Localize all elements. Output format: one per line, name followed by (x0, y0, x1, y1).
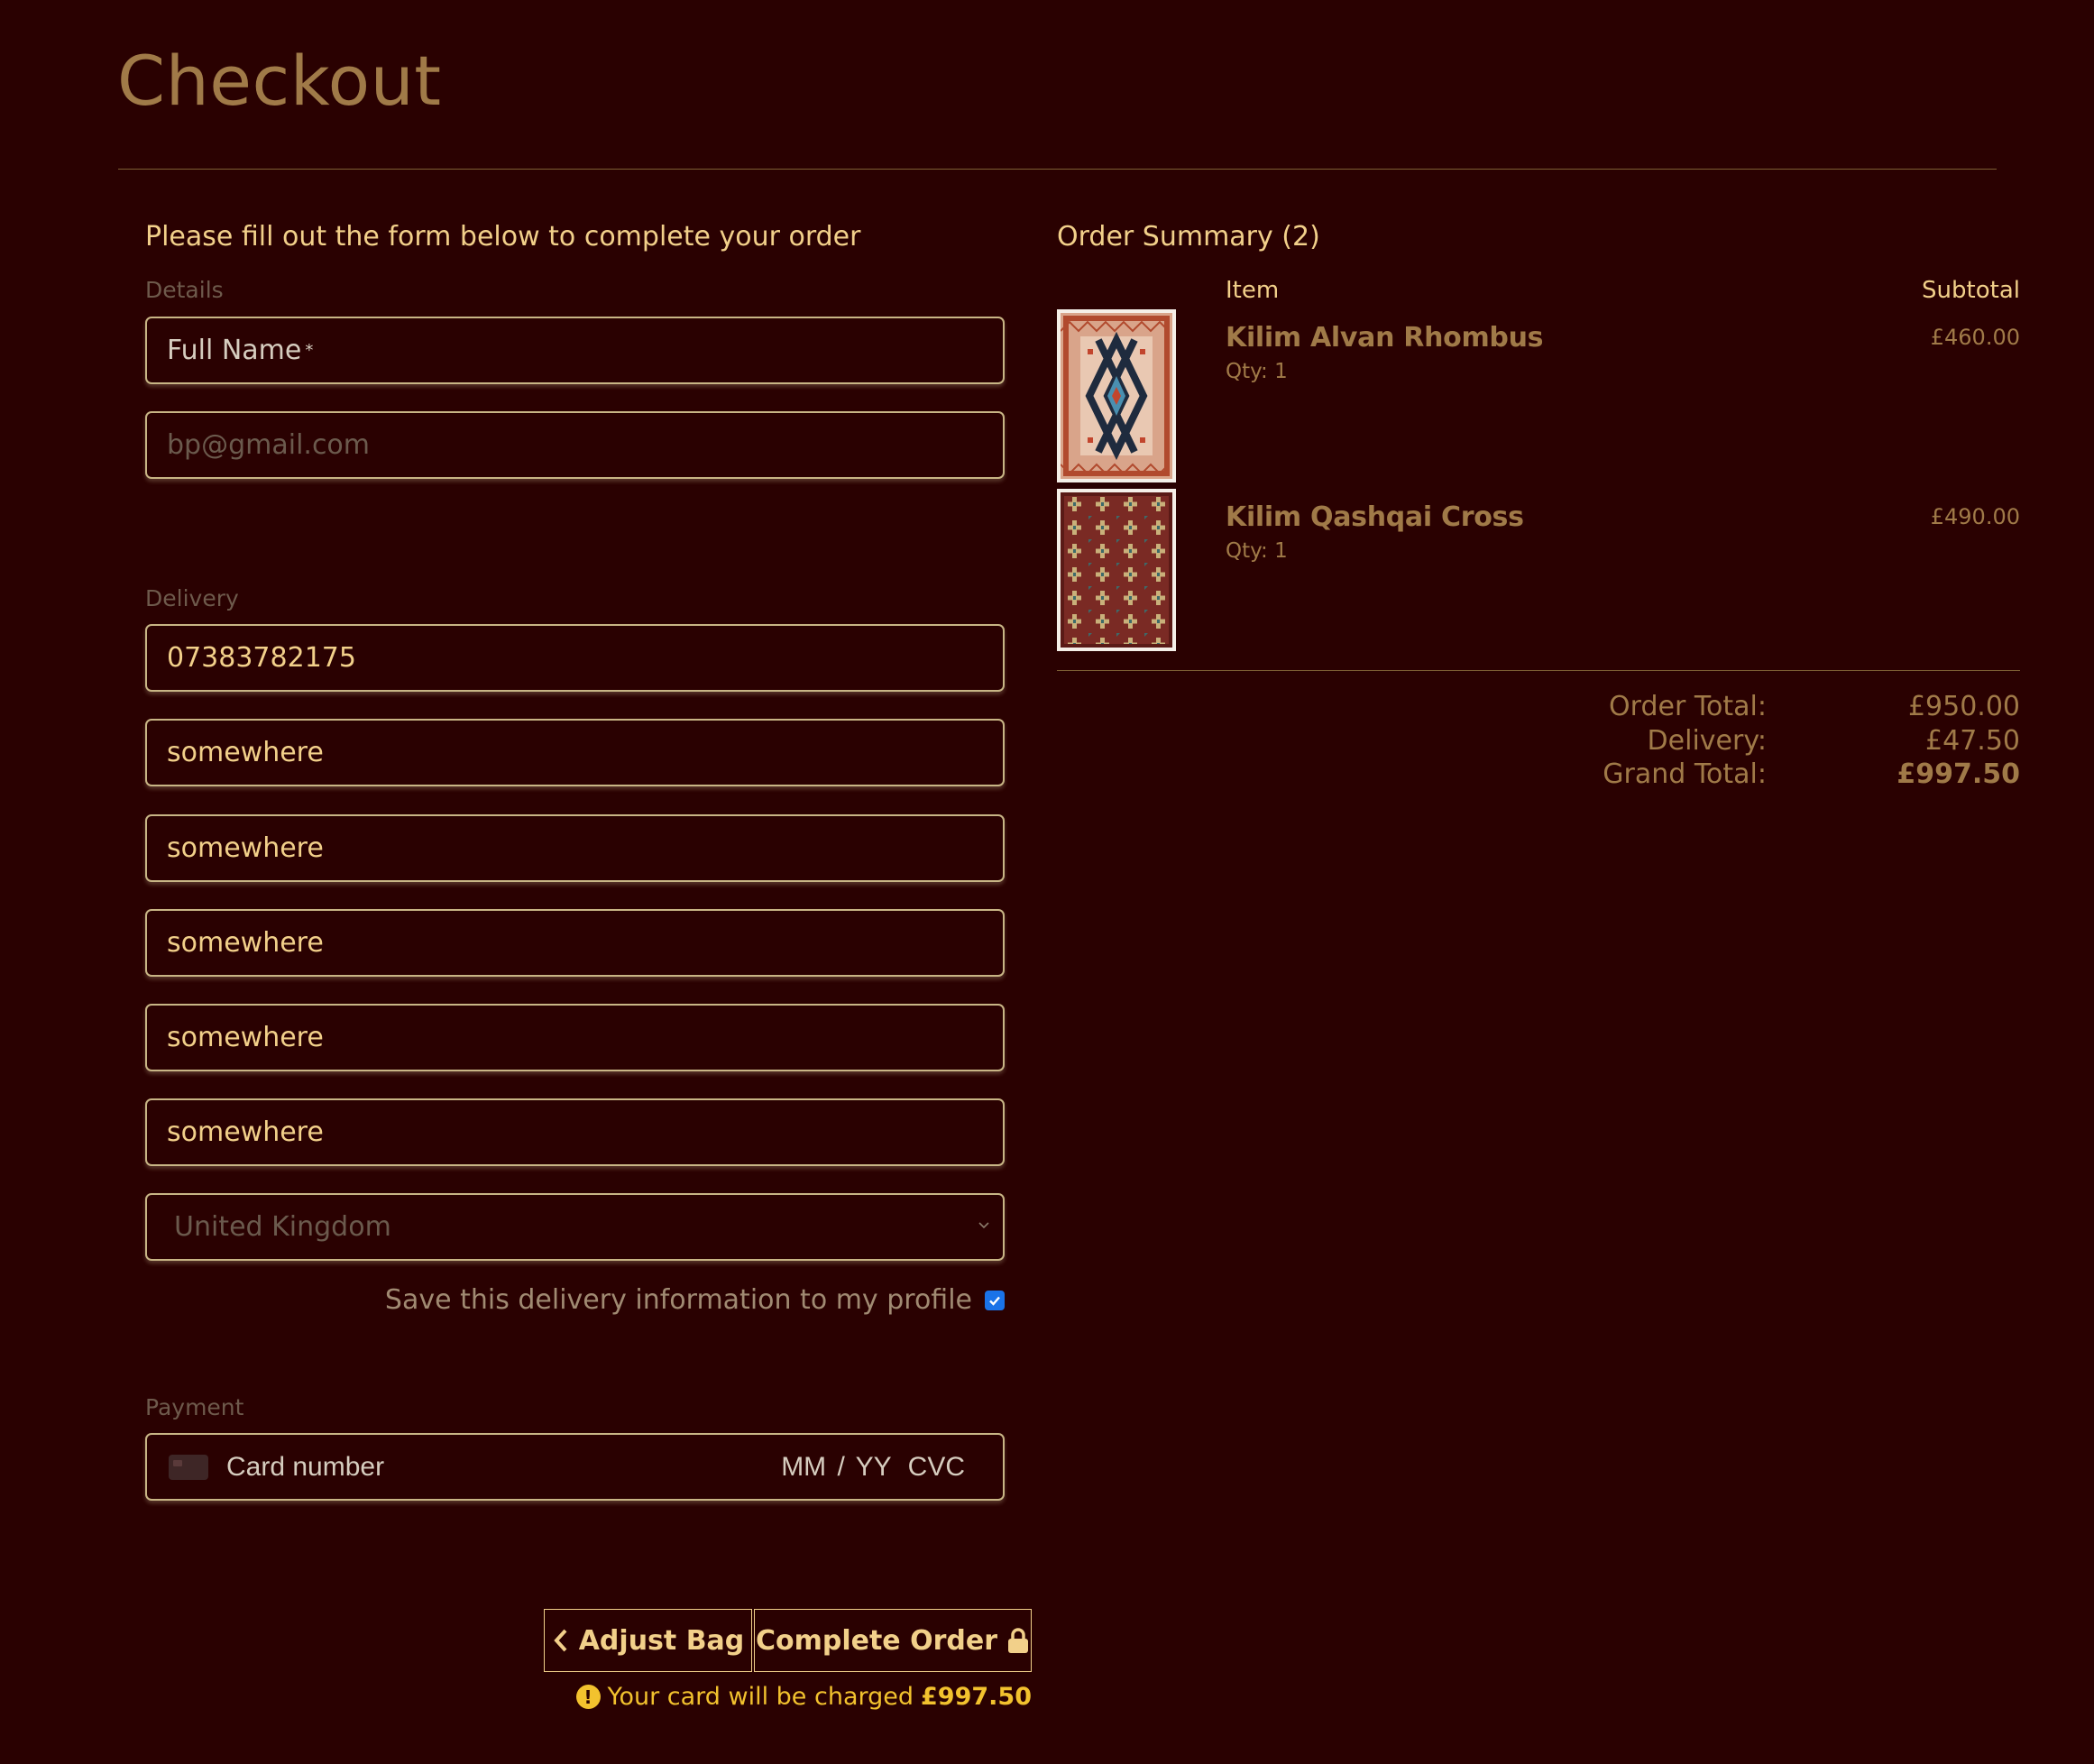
town-or-city-field[interactable]: somewhere (145, 909, 1005, 977)
delivery-label: Delivery: (1647, 725, 1767, 757)
complete-order-button[interactable]: Complete Order (754, 1609, 1032, 1672)
column-header-item: Item (1226, 277, 1280, 304)
full-name-placeholder: Full Name (167, 335, 302, 366)
column-header-subtotal: Subtotal (1922, 277, 2020, 304)
title-divider (118, 169, 1997, 170)
grand-total-value: £997.50 (1897, 758, 2020, 790)
charge-amount: £997.50 (921, 1683, 1032, 1711)
credit-card-icon (169, 1454, 208, 1480)
grand-total-label: Grand Total: (1603, 758, 1767, 790)
save-info-label: Save this delivery information to my pro… (384, 1284, 972, 1316)
chevron-left-icon (554, 1629, 567, 1652)
exclamation-circle-icon: ! (575, 1685, 601, 1709)
phone-field[interactable]: 07383782175 (145, 624, 1005, 692)
kilim-qashqai-cross-image[interactable] (1057, 489, 1176, 651)
cvc-placeholder: CVC (907, 1451, 965, 1482)
summary-divider (1057, 670, 2020, 671)
card-element[interactable]: Card number MM / YY CVC (145, 1433, 1005, 1501)
card-expiry-cvc: MM / YY CVC (781, 1452, 965, 1483)
lock-icon (1008, 1628, 1029, 1653)
item-qty: Qty: 1 (1226, 360, 1288, 383)
kilim-alvan-rhombus-image[interactable] (1057, 309, 1176, 482)
item-subtotal: £460.00 (1930, 325, 2020, 350)
complete-order-label: Complete Order (755, 1624, 998, 1657)
county-value: somewhere (167, 1022, 324, 1053)
item-qty: Qty: 1 (1226, 539, 1288, 563)
adjust-bag-button[interactable]: Adjust Bag (544, 1609, 752, 1672)
delivery-legend: Delivery (145, 585, 239, 611)
checkout-page: Checkout Please fill out the form below … (0, 0, 2094, 1764)
required-mark: * (305, 341, 314, 360)
card-number-placeholder: Card number (226, 1451, 385, 1482)
save-info-checkbox[interactable] (985, 1290, 1005, 1310)
country-selected-value: United Kingdom (174, 1211, 391, 1243)
full-name-field[interactable]: Full Name * (145, 317, 1005, 384)
phone-value: 07383782175 (167, 642, 356, 674)
item-name[interactable]: Kilim Qashqai Cross (1226, 501, 1524, 533)
postcode-field[interactable]: somewhere (145, 1098, 1005, 1166)
save-info-row: Save this delivery information to my pro… (385, 1284, 1005, 1316)
street-address1-field[interactable]: somewhere (145, 719, 1005, 786)
town-or-city-value: somewhere (167, 927, 324, 959)
payment-legend: Payment (145, 1394, 244, 1420)
charge-warning: ! Your card will be charged £997.50 (575, 1683, 1032, 1711)
county-field[interactable]: somewhere (145, 1004, 1005, 1071)
order-total-value: £950.00 (1907, 691, 2020, 722)
email-field[interactable]: bp@gmail.com (145, 411, 1005, 479)
item-subtotal: £490.00 (1930, 504, 2020, 529)
item-name[interactable]: Kilim Alvan Rhombus (1226, 322, 1544, 354)
form-intro-text: Please fill out the form below to comple… (145, 221, 861, 253)
charge-text: Your card will be charged (607, 1683, 914, 1711)
email-placeholder: bp@gmail.com (167, 429, 371, 461)
expiry-placeholder: MM / YY (781, 1451, 892, 1482)
delivery-value: £47.50 (1925, 725, 2020, 757)
country-select[interactable]: United Kingdom (145, 1193, 1005, 1261)
chevron-down-icon (978, 1222, 989, 1229)
street-address1-value: somewhere (167, 737, 324, 768)
street-address2-value: somewhere (167, 832, 324, 864)
checkmark-icon (989, 1296, 1000, 1306)
adjust-bag-label: Adjust Bag (578, 1624, 745, 1657)
order-total-label: Order Total: (1609, 691, 1767, 722)
page-title: Checkout (117, 41, 442, 121)
postcode-value: somewhere (167, 1116, 324, 1148)
street-address2-field[interactable]: somewhere (145, 814, 1005, 882)
order-summary-title: Order Summary (2) (1057, 221, 1320, 253)
details-legend: Details (145, 277, 224, 303)
